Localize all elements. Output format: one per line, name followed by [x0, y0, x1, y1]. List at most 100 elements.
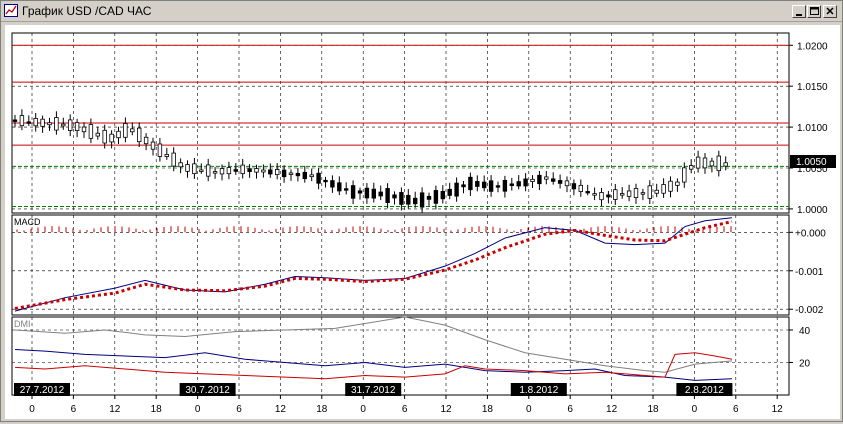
candle-body [426, 195, 432, 200]
dmi-axis-label: 20 [799, 359, 811, 370]
y-axes: 1.0200 1.0150 1.0100 1.0050 1.0000 +0.000 -0.0… [789, 41, 828, 370]
date-label: 30.7.2012 [185, 385, 230, 396]
candle-body [150, 141, 156, 150]
candle-body [502, 179, 508, 192]
candle-body [661, 184, 666, 194]
candle-body [61, 123, 66, 127]
candle-body [585, 191, 590, 194]
hour-tick-label: 6 [567, 404, 573, 415]
date-label: 2.8.2012 [685, 385, 724, 396]
minimize-icon [796, 14, 802, 16]
chart-canvas[interactable]: 1.0200 1.0150 1.0100 1.0050 1.0000 +0.000 -0.0… [5, 25, 840, 419]
chart-area[interactable]: 1.0200 1.0150 1.0100 1.0050 1.0000 +0.000 -0.0… [5, 25, 840, 419]
close-button[interactable] [823, 5, 837, 18]
candle-body [357, 190, 363, 194]
candle-body [695, 156, 701, 169]
candle-body [164, 154, 169, 157]
candle-body [268, 169, 273, 175]
candle-body [295, 172, 301, 177]
candle-body [578, 184, 583, 192]
candle-body [205, 164, 211, 177]
macd-axis-label: +0.000 [795, 228, 826, 239]
candle-body [378, 191, 383, 197]
candle-body [143, 136, 149, 145]
candle-body [475, 181, 480, 187]
chart-app-icon [4, 4, 18, 17]
price-axis-label: 1.0100 [797, 123, 828, 134]
candle-body [537, 174, 542, 185]
hour-tick-label: 0 [692, 404, 698, 415]
date-label: 1.8.2012 [519, 385, 558, 396]
candle-body [192, 163, 197, 175]
hour-tick-label: 12 [772, 404, 784, 415]
candle-body [47, 122, 52, 126]
candle-body [599, 192, 604, 201]
hour-tick-label: 12 [606, 404, 618, 415]
candle-body [702, 157, 708, 169]
candle-body [509, 183, 514, 186]
candle-body [281, 169, 287, 178]
date-label: 31.7.2012 [351, 385, 396, 396]
maximize-button[interactable] [807, 5, 821, 18]
candle-body [19, 115, 25, 127]
candle-body [419, 192, 425, 208]
hour-tick-label: 12 [275, 404, 287, 415]
hour-tick-label: 0 [526, 404, 532, 415]
candle-body [440, 190, 445, 200]
candle-body [723, 162, 728, 167]
current-price-label: 1.0050 [796, 157, 827, 168]
macd-axis-label: -0.001 [795, 267, 824, 278]
candle-body [102, 129, 107, 144]
candle-body [557, 180, 563, 184]
candle-body [385, 188, 390, 203]
candle-body [95, 132, 100, 137]
candle-body [620, 193, 625, 196]
candle-body [592, 193, 597, 196]
chart-window: График USD /CAD ЧАС 1.0200 1.0150 1.0100 1.… [0, 0, 843, 422]
candle-body [261, 169, 266, 173]
candle-body [626, 190, 632, 197]
candle-body [316, 172, 321, 184]
price-axis-label: 1.0150 [797, 82, 828, 93]
macd-axis-label: -0.002 [795, 305, 824, 316]
candle-body [613, 189, 618, 200]
candle-body [668, 180, 673, 192]
price-axis-label: 1.0000 [797, 205, 828, 216]
candle-body [654, 189, 659, 194]
candle-body [274, 169, 280, 176]
candle-body [288, 172, 294, 175]
hour-tick-label: 6 [733, 404, 739, 415]
candle-body [530, 178, 535, 182]
candle-body [689, 165, 694, 170]
candle-body [412, 197, 418, 205]
candle-body [433, 190, 439, 204]
candle-body [199, 169, 204, 172]
candle-body [495, 185, 501, 188]
candle-body [564, 180, 570, 187]
candle-body [606, 194, 611, 198]
candle-body [371, 188, 376, 199]
candle-body [74, 122, 80, 131]
candle-body [640, 192, 646, 195]
candle-body [468, 176, 473, 191]
hour-tick-label: 18 [482, 404, 494, 415]
candle-body [406, 194, 411, 205]
hour-tick-label: 12 [109, 404, 121, 415]
candle-body [682, 167, 687, 183]
dmi-panel-title: DMI [14, 319, 31, 329]
candle-body [130, 128, 135, 133]
candle-body [109, 133, 114, 143]
title-bar[interactable]: График USD /CAD ЧАС [1, 1, 842, 22]
candle-body [647, 185, 652, 199]
candle-body [364, 187, 370, 199]
candle-body [481, 181, 487, 189]
candle-body [461, 184, 466, 188]
candle-body [633, 188, 639, 199]
candle-body [254, 168, 259, 173]
minimize-button[interactable] [792, 5, 806, 18]
candle-body [523, 178, 528, 187]
maximize-icon [810, 7, 819, 15]
candle-body [88, 124, 94, 139]
candle-body [488, 180, 494, 192]
candle-body [330, 180, 335, 188]
